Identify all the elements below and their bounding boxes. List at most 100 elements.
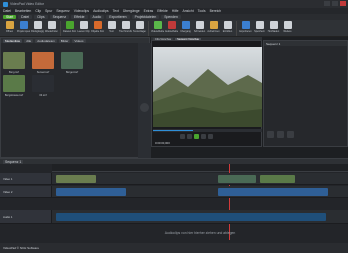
toolbar-button[interactable]: Erzählen <box>221 21 234 33</box>
toolbar-button[interactable]: Objekte hinzufügen <box>91 21 104 33</box>
title-icon <box>121 21 130 29</box>
toolbar-button[interactable]: Aufnehmen <box>207 21 220 33</box>
toolbar-button[interactable]: Exportieren <box>239 21 252 33</box>
menu-item[interactable]: Effekte <box>157 9 168 13</box>
toolbar-label: Aufnehmen <box>207 30 220 33</box>
media-panel-tabs: Medienliste Alle Audiodateien Bilder Vid… <box>1 38 149 43</box>
ribbon-tab[interactable]: Effekte <box>71 15 88 19</box>
toolbar-button[interactable]: Rückgängig <box>31 21 44 33</box>
media-item-name: Sunset.torf <box>36 71 50 74</box>
toolbar-button[interactable]: Hochladen <box>267 21 280 33</box>
viewer-seekbar[interactable] <box>153 129 262 132</box>
toolbar-button[interactable]: Textvorlagen <box>133 21 146 33</box>
toolbar-button[interactable]: Öffnen <box>3 21 16 33</box>
toolbar-label: Dateien hinzufügen <box>63 30 76 33</box>
toolbar-label: Text <box>109 30 114 33</box>
toolbar-button[interactable]: Weitere <box>281 21 294 33</box>
toolbar-button[interactable]: Schneiden <box>193 21 206 33</box>
menu-item[interactable]: Übergänge <box>123 9 140 13</box>
toolbar-label: Exportieren <box>239 30 252 33</box>
media-tab-images[interactable]: Bilder <box>58 38 71 43</box>
status-bar: VideoPad © NCH Software <box>0 243 348 253</box>
menu-item[interactable]: Bearbeiten <box>15 9 31 13</box>
timeline-panel: Sequenz 1 Video 1 Video 2 Audio 1 Audioc… <box>0 158 348 243</box>
menu-item[interactable]: Spur <box>45 9 52 13</box>
video-effects-icon <box>153 21 162 29</box>
menu-item[interactable]: Text <box>113 9 119 13</box>
time-ruler[interactable] <box>52 164 348 172</box>
media-tab-audio[interactable]: Audiodateien <box>35 38 57 43</box>
save-export-icon <box>255 21 264 29</box>
menu-item[interactable]: Bereich <box>210 9 222 13</box>
track-video-2: Video 2 <box>0 186 348 198</box>
narrate-icon <box>223 21 232 29</box>
audio-waveform-clip[interactable] <box>56 213 326 221</box>
media-item[interactable]: 03.torf <box>32 75 54 97</box>
toolbar-label: Objekte hinzufügen <box>91 30 104 33</box>
toolbar-button[interactable]: Wiederholen <box>45 21 58 33</box>
properties-buttons <box>267 131 294 138</box>
ribbon-tab[interactable]: Projektdateien <box>131 15 160 19</box>
menu-item[interactable]: Videoclips <box>74 9 89 13</box>
menu-item[interactable]: Hilfe <box>172 9 179 13</box>
menu-item[interactable]: Clip <box>35 9 41 13</box>
camera-icon[interactable] <box>140 103 149 112</box>
toolbar-separator <box>148 21 149 36</box>
video-clip[interactable] <box>56 175 96 183</box>
media-item[interactable]: Berg.torf <box>3 52 25 74</box>
maximize-button[interactable] <box>332 1 338 6</box>
ribbon-tab[interactable]: Start <box>3 15 17 19</box>
media-item[interactable]: Berget.torf <box>61 52 83 74</box>
media-item[interactable]: Sunset.torf <box>32 52 54 74</box>
media-item[interactable]: Bergstrasse.torf <box>3 75 25 97</box>
audio-clip[interactable] <box>218 188 328 196</box>
next-frame-button[interactable] <box>201 134 206 139</box>
ribbon-tab[interactable]: Sequenz <box>49 15 70 19</box>
media-tab-videos[interactable]: Videos <box>72 38 86 43</box>
menu-item[interactable]: Audioclips <box>93 9 108 13</box>
ribbon-tab[interactable]: Exportieren <box>106 15 130 19</box>
toolbar-button[interactable]: Speichern <box>253 21 266 33</box>
preview-frame <box>153 47 262 127</box>
toolbar-button[interactable]: Projekt speichern <box>17 21 30 33</box>
media-panel-title[interactable]: Medienliste <box>3 38 23 43</box>
play-button[interactable] <box>194 134 199 139</box>
playback-controls <box>180 134 213 139</box>
ribbon-tab[interactable]: Audio <box>89 15 105 19</box>
video-clip[interactable] <box>218 175 256 183</box>
menu-item[interactable]: Extras <box>144 9 154 13</box>
tab-sequence-1[interactable]: Sequenz 1 <box>3 159 24 164</box>
toolbar-label: Öffnen <box>5 30 14 33</box>
toolbar-button[interactable]: Titel hinzufügen <box>119 21 132 33</box>
menu-item[interactable]: Sequenz <box>56 9 69 13</box>
blank-clip-icon <box>79 21 88 29</box>
toolbar-button[interactable]: Leeren Clip <box>77 21 90 33</box>
skip-start-button[interactable] <box>180 134 185 139</box>
menu-item[interactable]: Ansicht <box>183 9 194 13</box>
track-name: Audio 1 <box>0 210 52 223</box>
toolbar-button[interactable]: Dateien hinzufügen <box>63 21 76 33</box>
video-clip[interactable] <box>260 175 295 183</box>
media-item-name: 03.torf <box>39 94 47 97</box>
close-button[interactable] <box>340 1 346 6</box>
toolbar-button[interactable]: Übergang <box>179 21 192 33</box>
effect-button[interactable] <box>267 131 274 138</box>
toolbar-button[interactable]: Audioeffekte <box>165 21 178 33</box>
crop-button[interactable] <box>287 131 294 138</box>
media-tab-all[interactable]: Alle <box>24 38 34 43</box>
minimize-button[interactable] <box>324 1 330 6</box>
toolbar-button[interactable]: Text <box>105 21 118 33</box>
ribbon-tab[interactable]: Datei <box>18 15 33 19</box>
menu-item[interactable]: Datei <box>3 9 11 13</box>
toolbar-label: Projekt speichern <box>17 30 30 33</box>
text-icon <box>107 21 116 29</box>
prev-frame-button[interactable] <box>187 134 192 139</box>
skip-end-button[interactable] <box>208 134 213 139</box>
ribbon-tab[interactable]: Clips <box>34 15 48 19</box>
audio-clip[interactable] <box>56 188 126 196</box>
toolbar-label: Audioeffekte <box>165 30 178 33</box>
toolbar-button[interactable]: Videoeffekte <box>151 21 164 33</box>
transform-button[interactable] <box>277 131 284 138</box>
menu-item[interactable]: Tools <box>198 9 206 13</box>
ribbon-tab[interactable]: Spenden <box>161 15 181 19</box>
